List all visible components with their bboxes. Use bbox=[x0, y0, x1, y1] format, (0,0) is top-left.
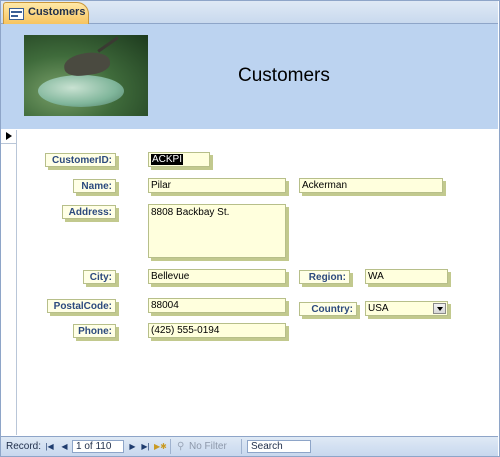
new-record-icon[interactable]: ▶✱ bbox=[154, 441, 167, 452]
customer-id-value: ACKPI bbox=[151, 154, 184, 165]
record-selector-arrow-icon[interactable] bbox=[1, 130, 16, 144]
postal-code-field[interactable]: 88004 bbox=[148, 298, 286, 313]
last-record-icon[interactable]: ▶| bbox=[140, 441, 151, 452]
next-record-icon[interactable]: ▶ bbox=[127, 441, 138, 452]
form-header: Customers bbox=[1, 24, 498, 129]
current-record-field[interactable]: 1 of 110 bbox=[72, 440, 124, 453]
phone-label: Phone: bbox=[73, 324, 116, 338]
form-icon bbox=[9, 8, 24, 20]
header-photo bbox=[24, 35, 148, 116]
tab-title: Customers bbox=[28, 6, 86, 18]
region-label: Region: bbox=[299, 270, 350, 284]
record-selector-bar[interactable] bbox=[1, 130, 17, 435]
customer-id-label: CustomerID: bbox=[45, 153, 116, 167]
document-tab-strip: Customers bbox=[1, 1, 498, 24]
country-value: USA bbox=[368, 303, 389, 314]
postal-code-label: PostalCode: bbox=[47, 299, 116, 313]
city-label: City: bbox=[83, 270, 116, 284]
customers-tab[interactable]: Customers bbox=[3, 2, 89, 24]
record-label: Record: bbox=[6, 441, 42, 452]
city-field[interactable]: Bellevue bbox=[148, 269, 286, 284]
first-name-field[interactable]: Pilar bbox=[148, 178, 286, 193]
previous-record-icon[interactable]: ◀ bbox=[59, 441, 70, 452]
phone-field[interactable]: (425) 555-0194 bbox=[148, 323, 286, 338]
filter-icon: ⚲ bbox=[177, 441, 185, 452]
record-navigation-bar: Record: |◀ ◀ 1 of 110 ▶ ▶| ▶✱ ⚲ No Filte… bbox=[1, 436, 498, 456]
search-input[interactable]: Search bbox=[247, 440, 311, 453]
chevron-down-icon[interactable] bbox=[433, 303, 446, 314]
first-record-icon[interactable]: |◀ bbox=[44, 441, 55, 452]
country-combo[interactable]: USA bbox=[365, 301, 448, 316]
last-name-field[interactable]: Ackerman bbox=[299, 178, 443, 193]
region-field[interactable]: WA bbox=[365, 269, 448, 284]
customer-id-field[interactable]: ACKPI bbox=[148, 152, 210, 167]
address-field[interactable]: 8808 Backbay St. bbox=[148, 204, 286, 258]
name-label: Name: bbox=[73, 179, 116, 193]
address-label: Address: bbox=[62, 205, 116, 219]
page-title: Customers bbox=[238, 65, 330, 86]
no-filter-button[interactable]: No Filter bbox=[189, 440, 227, 453]
country-label: Country: bbox=[299, 302, 357, 316]
